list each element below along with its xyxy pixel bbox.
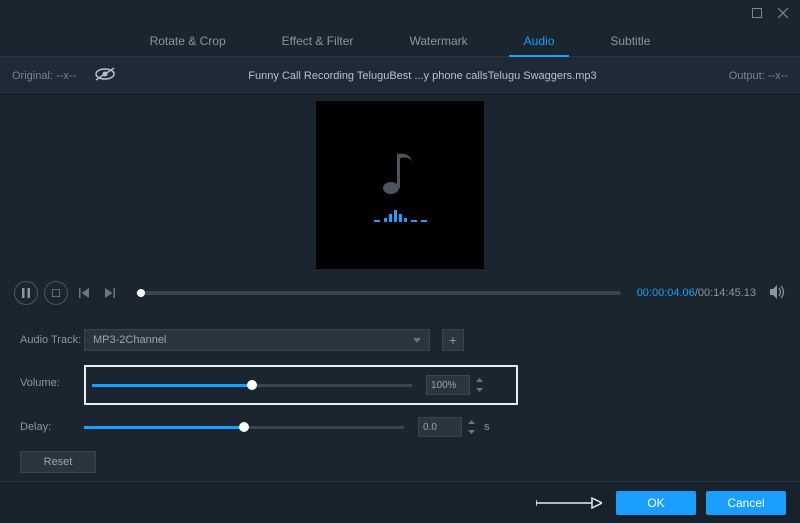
music-note-icon [380,148,420,196]
audio-track-label: Audio Track: [20,334,84,346]
audio-track-value: MP3-2Channel [93,334,166,346]
arrow-right-icon [536,497,602,509]
volume-slider[interactable] [92,384,412,387]
pause-icon [22,288,30,298]
timeline-slider[interactable] [136,291,621,295]
speaker-icon [770,285,786,299]
eye-off-icon [94,67,116,81]
volume-increase-button[interactable] [472,375,486,385]
delay-slider[interactable] [84,426,404,429]
equalizer-icon [374,210,427,222]
chevron-up-icon [476,378,483,382]
add-audio-track-button[interactable]: + [442,329,464,351]
delay-unit-label: s [484,421,490,433]
tab-bar: Rotate & Crop Effect & Filter Watermark … [0,26,800,57]
audio-controls-panel: Audio Track: MP3-2Channel + Volume: 100%… [0,311,800,473]
tab-audio[interactable]: Audio [496,26,583,56]
volume-spinner [472,375,486,395]
delay-value-input[interactable]: 0.0 [418,417,462,437]
footer-bar: OK Cancel [0,481,800,523]
maximize-icon [752,8,762,18]
timeline-handle[interactable] [137,289,145,297]
delay-slider-handle[interactable] [239,422,249,432]
audio-track-row: Audio Track: MP3-2Channel + [20,329,780,351]
volume-value-input[interactable]: 100% [426,375,470,395]
total-time: 00:14:45.13 [698,287,756,299]
close-icon [778,8,788,18]
volume-decrease-button[interactable] [472,385,486,395]
close-button[interactable] [776,6,790,20]
mute-button[interactable] [770,285,786,302]
preview-area [0,95,800,275]
chevron-down-icon [468,430,475,434]
volume-slider-handle[interactable] [247,380,257,390]
stop-button[interactable] [44,281,68,305]
chevron-up-icon [468,420,475,424]
delay-increase-button[interactable] [464,417,478,427]
chevron-down-icon [476,388,483,392]
tab-subtitle[interactable]: Subtitle [582,26,678,56]
skip-forward-icon [105,288,115,298]
playback-bar: 00:00:04.06/00:14:45.13 [0,275,800,311]
window-controls [0,0,800,26]
delay-label: Delay: [20,421,84,433]
audio-preview-placeholder [316,101,484,269]
current-time: 00:00:04.06 [637,287,695,299]
original-label: Original: --x-- [12,70,76,82]
chevron-down-icon [413,334,421,346]
audio-track-dropdown[interactable]: MP3-2Channel [84,329,430,351]
play-pause-button[interactable] [14,281,38,305]
tab-rotate-crop[interactable]: Rotate & Crop [122,26,254,56]
stop-icon [52,289,60,297]
info-bar: Original: --x-- Funny Call Recording Tel… [0,57,800,95]
volume-row-highlight: 100% [84,365,518,405]
ok-button[interactable]: OK [616,491,696,515]
delay-slider-fill [84,426,244,429]
volume-label: Volume: [20,377,84,389]
cancel-button[interactable]: Cancel [706,491,786,515]
delay-row: Delay: 0.0 s [20,417,780,437]
tab-watermark[interactable]: Watermark [381,26,495,56]
volume-slider-fill [92,384,252,387]
next-button[interactable] [102,285,118,301]
previous-button[interactable] [76,285,92,301]
tab-effect-filter[interactable]: Effect & Filter [254,26,382,56]
delay-decrease-button[interactable] [464,427,478,437]
preview-visibility-toggle[interactable] [94,67,116,84]
filename-label: Funny Call Recording TeluguBest ...y pho… [116,70,729,82]
output-label: Output: --x-- [729,70,788,82]
time-display: 00:00:04.06/00:14:45.13 [637,287,756,299]
reset-button[interactable]: Reset [20,451,96,473]
maximize-button[interactable] [750,6,764,20]
delay-spinner [464,417,478,437]
arrow-annotation [536,497,602,509]
skip-back-icon [79,288,89,298]
